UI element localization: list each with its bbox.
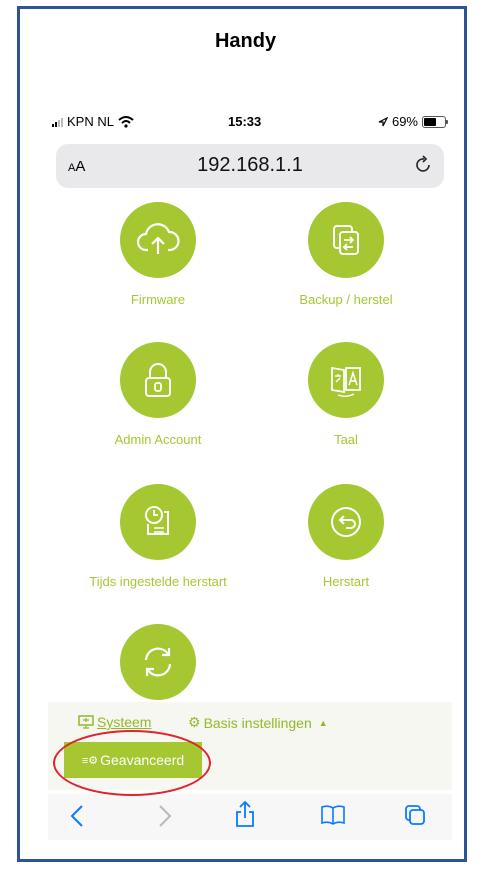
back-icon[interactable] [70,804,84,828]
monitor-icon [78,715,94,729]
gear-icon: ⚙ [188,714,201,730]
restart-arrow-icon [308,484,384,560]
tabs-icon[interactable] [404,804,426,826]
tile-refresh[interactable] [78,624,238,700]
tile-backup-herstel[interactable]: Backup / herstel [266,202,426,307]
clock: 15:33 [228,114,262,129]
backup-copy-icon [308,202,384,278]
tile-admin-account[interactable]: Admin Account [78,342,238,447]
menu-systeem-label: Systeem [97,714,152,730]
battery-percent: 69% [391,114,418,129]
settings-grid: Firmware Backup / herstel Admin Account … [48,202,452,702]
menu-basis-instellingen[interactable]: ⚙ Basis instellingen ▲ [188,714,328,731]
language-book-icon [308,342,384,418]
url-text[interactable]: 192.168.1.1 [56,154,444,177]
bookmarks-icon[interactable] [320,804,346,826]
cloud-upload-icon [120,202,196,278]
forward-icon[interactable] [158,804,172,828]
safari-toolbar [48,794,452,840]
tile-label: Tijds ingestelde herstart [89,574,227,589]
scheduled-restart-icon [120,484,196,560]
lock-icon [120,342,196,418]
tile-label: Taal [334,432,358,447]
tile-taal[interactable]: Taal [266,342,426,447]
wifi-icon [118,115,134,128]
tile-herstart[interactable]: Herstart [266,484,426,589]
tile-tijds-ingestelde-herstart[interactable]: Tijds ingestelde herstart [78,484,238,589]
share-icon[interactable] [234,800,256,828]
reload-icon[interactable] [414,154,434,176]
status-bar: KPN NL 15:33 69% [48,114,452,132]
tile-label: Backup / herstel [299,292,393,307]
location-arrow-icon [378,116,388,126]
tile-label: Admin Account [114,432,202,447]
menu-systeem[interactable]: Systeem [78,714,151,730]
page-title: Handy [214,30,277,52]
battery-icon [422,115,448,128]
tile-label: Firmware [130,292,186,307]
caret-up-icon: ▲ [318,717,328,728]
phone-screen: KPN NL 15:33 69% AA 192.168.1.1 Firmware… [48,110,452,840]
address-bar[interactable]: AA 192.168.1.1 [56,144,444,188]
tile-firmware[interactable]: Firmware [78,202,238,307]
signal-icon [52,117,63,127]
tile-label: Herstart [322,574,370,589]
menu-basis-label: Basis instellingen [203,714,312,731]
refresh-icon [120,624,196,700]
highlight-ellipse [53,730,211,796]
carrier-label: KPN NL [67,114,114,129]
